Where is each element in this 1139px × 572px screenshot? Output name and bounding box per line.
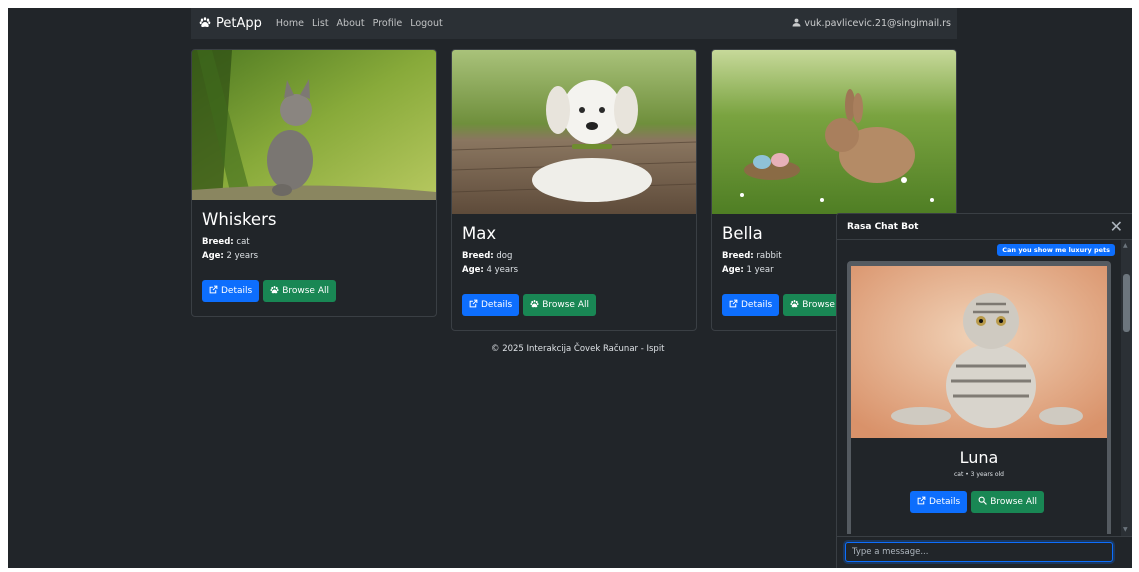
chat-scrollbar[interactable]: ▲ ▼ bbox=[1121, 240, 1132, 536]
pet-photo-puppy bbox=[452, 50, 696, 214]
chat-header: Rasa Chat Bot ✕ bbox=[837, 214, 1132, 240]
age-value: 4 years bbox=[486, 265, 519, 275]
browse-label: Browse All bbox=[990, 497, 1037, 507]
user-message: Can you show me luxury pets bbox=[997, 244, 1115, 256]
pet-subtitle: cat • 3 years old bbox=[954, 471, 1004, 478]
pet-photo-luna bbox=[851, 266, 1107, 438]
close-icon[interactable]: ✕ bbox=[1110, 218, 1123, 235]
browse-label: Browse All bbox=[282, 286, 329, 296]
scrollbar-thumb[interactable] bbox=[1123, 274, 1130, 332]
chat-input-bar bbox=[837, 536, 1132, 568]
nav-link-profile[interactable]: Profile bbox=[373, 18, 403, 29]
scroll-up-arrow[interactable]: ▲ bbox=[1123, 242, 1128, 249]
nav-user[interactable]: vuk.pavlicevic.21@singimail.rs bbox=[792, 18, 951, 30]
age-value: 2 years bbox=[226, 251, 259, 261]
paw-icon bbox=[530, 299, 542, 311]
pet-age: Age: 4 years bbox=[462, 265, 686, 275]
pet-card-whiskers: Whiskers Breed: cat Age: 2 years Details… bbox=[191, 49, 437, 317]
breed-label: Breed: bbox=[202, 237, 234, 247]
age-label: Age: bbox=[462, 265, 484, 275]
nav-link-about[interactable]: About bbox=[337, 18, 365, 29]
pet-card-max: Max Breed: dog Age: 4 years Details Brow… bbox=[451, 49, 697, 331]
browse-all-button[interactable]: Browse bbox=[783, 294, 842, 316]
pet-photo-kitten bbox=[192, 50, 436, 200]
browse-label: Browse bbox=[802, 300, 835, 310]
pet-name: Luna bbox=[959, 448, 999, 467]
age-label: Age: bbox=[202, 251, 224, 261]
details-button[interactable]: Details bbox=[462, 294, 520, 316]
external-link-icon bbox=[209, 285, 221, 297]
nav-link-list[interactable]: List bbox=[312, 18, 329, 29]
chat-messages: Can you show me luxury pets Luna cat • 3… bbox=[837, 240, 1121, 534]
details-label: Details bbox=[741, 300, 773, 310]
browse-label: Browse All bbox=[542, 300, 589, 310]
footer-text: © 2025 Interakcija Čovek Računar - Ispit bbox=[491, 344, 665, 354]
age-label: Age: bbox=[722, 265, 744, 275]
breed-label: Breed: bbox=[722, 251, 754, 261]
details-button[interactable]: Details bbox=[722, 294, 780, 316]
paw-icon bbox=[790, 299, 802, 311]
nav-link-logout[interactable]: Logout bbox=[410, 18, 443, 29]
browse-all-button[interactable]: Browse All bbox=[523, 294, 596, 316]
pet-age: Age: 2 years bbox=[202, 251, 426, 261]
card-body: Whiskers Breed: cat Age: 2 years Details… bbox=[192, 200, 436, 302]
age-value: 1 year bbox=[746, 265, 774, 275]
nav-link-home[interactable]: Home bbox=[276, 18, 304, 29]
navbar: PetApp Home List About Profile Logout vu… bbox=[191, 8, 957, 39]
chat-title: Rasa Chat Bot bbox=[847, 221, 919, 232]
details-button[interactable]: Details bbox=[202, 280, 260, 302]
breed-value: rabbit bbox=[756, 251, 782, 261]
brand[interactable]: PetApp bbox=[199, 16, 262, 32]
bot-pet-card-inner: Luna cat • 3 years old Details Browse Al… bbox=[851, 266, 1107, 534]
card-buttons: Details Browse All bbox=[202, 280, 426, 302]
scroll-down-arrow[interactable]: ▼ bbox=[1123, 526, 1128, 533]
card-body: Max Breed: dog Age: 4 years Details Brow… bbox=[452, 214, 696, 316]
pet-name: Max bbox=[462, 224, 497, 243]
external-link-icon bbox=[729, 299, 741, 311]
brand-name: PetApp bbox=[216, 16, 262, 31]
bot-pet-card: Luna cat • 3 years old Details Browse Al… bbox=[847, 261, 1111, 534]
pet-breed: Breed: cat bbox=[202, 237, 426, 247]
details-button[interactable]: Details bbox=[910, 491, 968, 513]
chat-widget: Rasa Chat Bot ✕ Can you show me luxury p… bbox=[836, 213, 1132, 568]
details-label: Details bbox=[481, 300, 513, 310]
breed-label: Breed: bbox=[462, 251, 494, 261]
breed-value: cat bbox=[236, 237, 250, 247]
details-label: Details bbox=[221, 286, 253, 296]
breed-value: dog bbox=[496, 251, 513, 261]
paw-icon bbox=[199, 16, 216, 32]
browse-all-button[interactable]: Browse All bbox=[971, 491, 1044, 513]
external-link-icon bbox=[469, 299, 481, 311]
user-icon bbox=[792, 18, 804, 30]
details-label: Details bbox=[929, 497, 961, 507]
browse-all-button[interactable]: Browse All bbox=[263, 280, 336, 302]
chat-message-input[interactable] bbox=[845, 542, 1113, 562]
pet-breed: Breed: dog bbox=[462, 251, 686, 261]
card-buttons: Details Browse All bbox=[462, 294, 686, 316]
pet-name: Whiskers bbox=[202, 210, 277, 229]
app-root: PetApp Home List About Profile Logout vu… bbox=[8, 8, 1132, 568]
external-link-icon bbox=[917, 496, 929, 508]
nav-links: Home List About Profile Logout bbox=[276, 18, 451, 29]
user-email: vuk.pavlicevic.21@singimail.rs bbox=[804, 18, 951, 29]
paw-icon bbox=[270, 285, 282, 297]
search-icon bbox=[978, 496, 990, 508]
pet-photo-bunny bbox=[712, 50, 956, 214]
bot-card-buttons: Details Browse All bbox=[851, 491, 1107, 513]
